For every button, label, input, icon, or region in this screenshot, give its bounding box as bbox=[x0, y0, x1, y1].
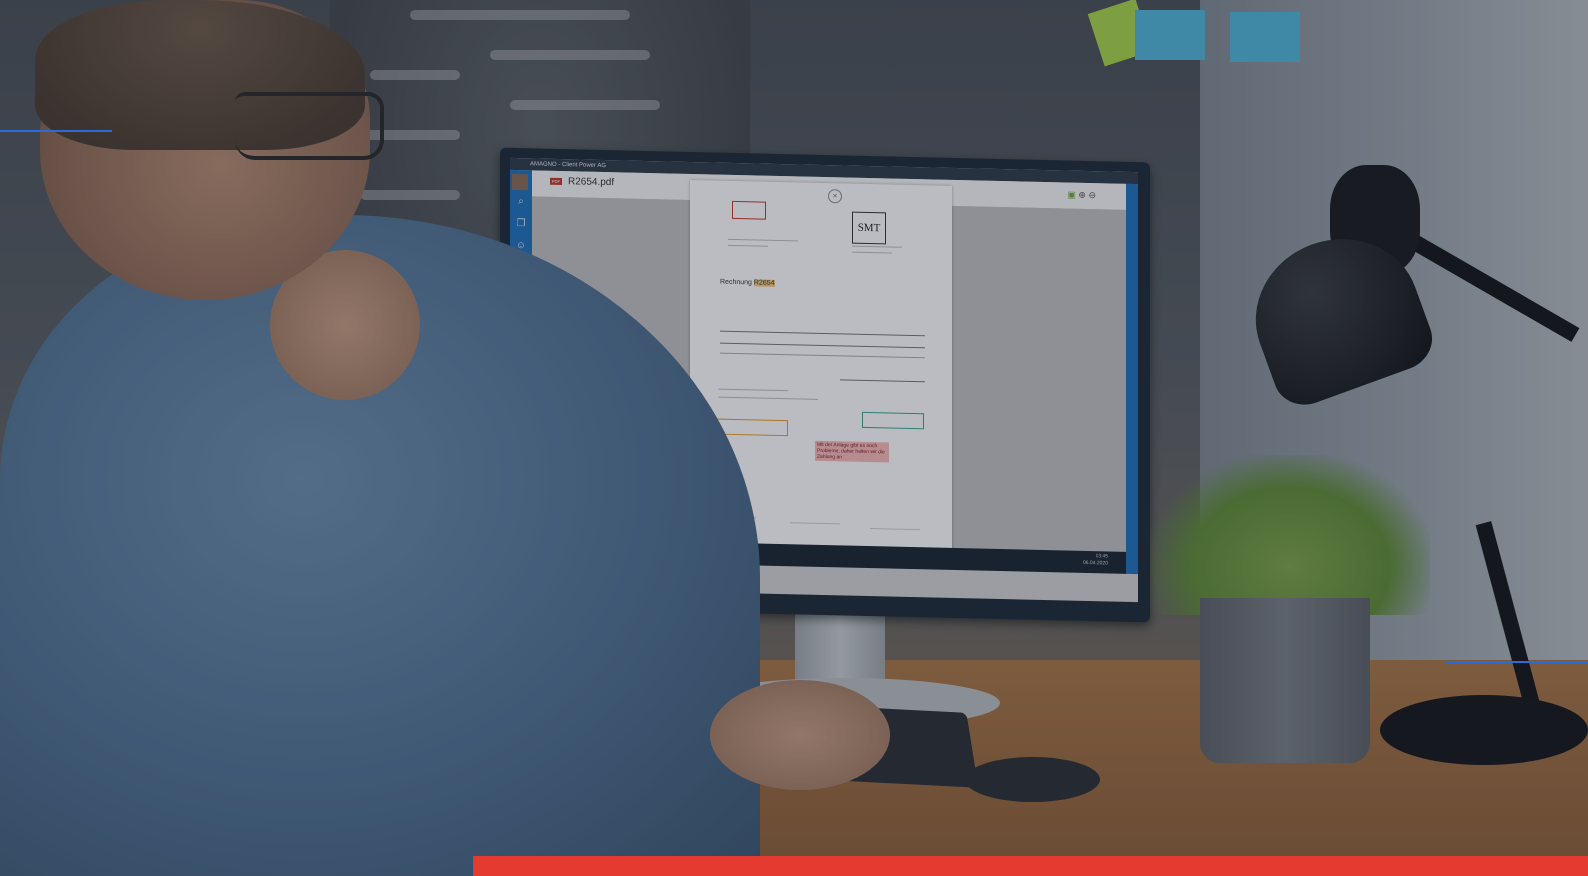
document-icon[interactable]: ▣ bbox=[1067, 190, 1076, 200]
pdf-badge: PDF bbox=[550, 177, 562, 186]
glasses bbox=[235, 92, 384, 160]
invoice-number: R2654 bbox=[753, 279, 775, 287]
desk-plant bbox=[1150, 455, 1430, 615]
invoice-note: Mit der Anlage gibt es noch Probleme, da… bbox=[815, 440, 889, 463]
invoice-heading: Rechnung R2654 bbox=[720, 279, 775, 287]
accent-line-left bbox=[0, 130, 112, 132]
orange-stamp bbox=[716, 418, 788, 437]
footer-line bbox=[790, 522, 840, 525]
invoice-heading-prefix: Rechnung bbox=[720, 278, 752, 287]
toolbar-tools: ▣ ⊕ ⊖ bbox=[1067, 190, 1096, 202]
sticky-note bbox=[1230, 12, 1300, 62]
copy-icon[interactable]: ❐ bbox=[515, 218, 527, 230]
sticky-note bbox=[1135, 10, 1205, 60]
chalk-line bbox=[360, 190, 460, 200]
address-line bbox=[852, 251, 892, 254]
taskbar-clock: 13:45 06.04.2020 bbox=[1083, 553, 1108, 568]
green-stamp bbox=[862, 411, 924, 430]
avatar[interactable] bbox=[512, 173, 528, 191]
footer-line bbox=[870, 528, 920, 531]
zoom-in-icon[interactable]: ⊕ bbox=[1078, 190, 1086, 200]
app-rightbar bbox=[1126, 183, 1138, 575]
address-line bbox=[728, 244, 768, 247]
chalk-line bbox=[410, 10, 630, 20]
taskbar-date: 06.04.2020 bbox=[1082, 559, 1108, 567]
zoom-out-icon[interactable]: ⊖ bbox=[1088, 190, 1096, 200]
table-rule bbox=[720, 330, 925, 337]
chalk-line bbox=[370, 70, 460, 80]
desk-plant-pot bbox=[1200, 598, 1370, 763]
company-logo: SMT bbox=[852, 211, 886, 245]
window-title: AMAGNO - Client Power AG bbox=[530, 161, 607, 170]
text-line bbox=[718, 388, 788, 392]
file-name: R2654.pdf bbox=[568, 176, 615, 189]
bottom-accent-bar bbox=[473, 856, 1588, 876]
office-scene: AMAGNO - Client Power AG ⌕ ❐ ☺ ▭ ✉ PDF R… bbox=[0, 0, 1588, 876]
address-line bbox=[852, 245, 902, 248]
search-icon[interactable]: ⌕ bbox=[515, 196, 527, 208]
address-line bbox=[728, 238, 798, 242]
text-line bbox=[718, 396, 818, 400]
chalk-line bbox=[510, 100, 660, 110]
accent-line-right bbox=[1445, 661, 1588, 663]
close-button[interactable]: × bbox=[828, 189, 842, 204]
lamp-base bbox=[1380, 695, 1588, 765]
table-rule bbox=[720, 352, 925, 359]
mouse bbox=[965, 757, 1100, 802]
red-stamp bbox=[732, 200, 766, 220]
table-rule bbox=[720, 342, 925, 349]
person-hand bbox=[710, 680, 890, 790]
chalk-line bbox=[490, 50, 650, 60]
table-rule bbox=[840, 379, 925, 383]
